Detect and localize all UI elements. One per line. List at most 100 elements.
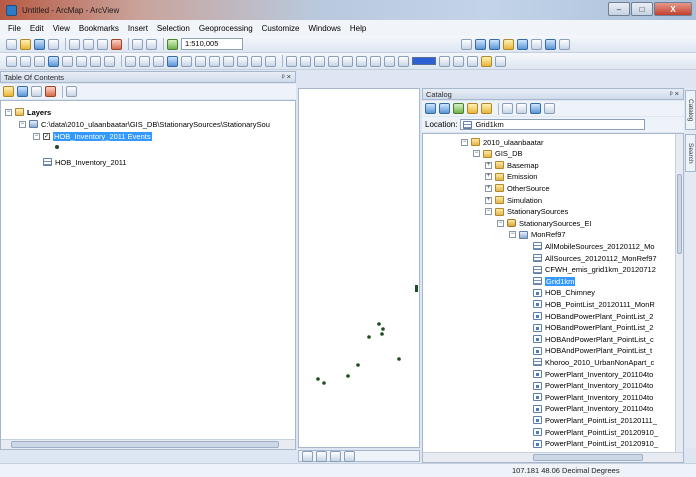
print-icon[interactable] — [48, 38, 59, 50]
catalog-horizontal-scrollbar[interactable] — [423, 452, 683, 462]
scrollbar-thumb[interactable] — [533, 454, 643, 461]
catalog-window-icon[interactable] — [489, 38, 500, 50]
catalog-side-tab[interactable]: Catalog — [685, 90, 696, 130]
layout-tool-icon[interactable] — [286, 55, 297, 67]
identify-icon[interactable] — [167, 55, 178, 67]
map-scale-input[interactable]: 1:510,005 — [181, 38, 243, 50]
pan-icon[interactable] — [34, 55, 45, 67]
back-arrow-icon[interactable] — [425, 103, 436, 114]
delete-icon[interactable] — [111, 38, 122, 50]
toc-path-row[interactable]: − C:\data\2010_ulaanbaatar\GIS_DB\Statio… — [19, 119, 270, 129]
catalog-tree-item[interactable]: −feature-dataset-iconMonRef97 — [509, 230, 566, 240]
python-window-icon[interactable] — [531, 38, 542, 50]
list-by-selection-icon[interactable] — [45, 86, 56, 97]
effects-icon[interactable] — [384, 55, 395, 67]
catalog-tree-item[interactable]: −folder-iconGIS_DB — [473, 149, 523, 159]
location-input[interactable]: Grid1km — [460, 119, 646, 130]
forward-arrow-icon[interactable] — [439, 103, 450, 114]
whats-this-icon[interactable] — [559, 38, 570, 50]
data-view-icon[interactable] — [302, 450, 313, 462]
catalog-tree-item[interactable]: polygon-feature-class-iconAllSources_201… — [533, 253, 657, 263]
fixed-zoom-in-icon[interactable] — [62, 55, 73, 67]
layer-visibility-checkbox[interactable]: ✓ — [43, 132, 50, 140]
catalog-tree-item[interactable]: −geodatabase-iconStationarySources_EI — [497, 218, 592, 228]
toc-horizontal-scrollbar[interactable] — [1, 439, 295, 449]
search-side-tab[interactable]: Search — [685, 134, 696, 172]
catalog-tree-item[interactable]: point-feature-class-iconHOBAndPowerPlant… — [533, 334, 654, 344]
collapse-icon[interactable]: − — [5, 108, 12, 116]
catalog-tree-item[interactable]: point-feature-class-iconPowerPlant_Inven… — [533, 404, 653, 414]
catalog-tree-item[interactable]: point-feature-class-iconHOBandPowerPlant… — [533, 323, 653, 333]
dropdown-icon[interactable] — [439, 55, 450, 67]
catalog-tree-item[interactable]: point-feature-class-iconPowerPlant_Inven… — [533, 392, 653, 402]
collapse-icon[interactable]: − — [509, 231, 516, 239]
back-extent-icon[interactable] — [90, 55, 101, 67]
raster-icon[interactable] — [370, 55, 381, 67]
list-by-visibility-icon[interactable] — [31, 86, 42, 97]
html-popup-icon[interactable] — [181, 55, 192, 67]
toc-table-row[interactable]: HOB_Inventory_2011 — [43, 157, 127, 167]
expand-icon[interactable]: + — [485, 161, 492, 169]
fixed-zoom-out-icon[interactable] — [76, 55, 87, 67]
georeferencing-icon[interactable] — [314, 55, 325, 67]
measure-icon[interactable] — [195, 55, 206, 67]
time-slider-icon[interactable] — [251, 55, 262, 67]
menu-view[interactable]: View — [53, 24, 70, 33]
flicker-icon[interactable] — [481, 55, 492, 67]
catalog-tree-item[interactable]: polygon-feature-class-iconCFWH_emis_grid… — [533, 265, 656, 275]
toc-pin-close[interactable]: ᵖ × — [282, 72, 291, 81]
catalog-tree-item[interactable]: +folder-iconSimulation — [485, 195, 542, 205]
menu-bookmarks[interactable]: Bookmarks — [79, 24, 119, 33]
menu-customize[interactable]: Customize — [262, 24, 300, 33]
home-folder-icon[interactable] — [467, 103, 478, 114]
hyperlink-icon[interactable] — [209, 55, 220, 67]
close-button[interactable]: X — [654, 2, 692, 16]
menu-geoprocessing[interactable]: Geoprocessing — [199, 24, 253, 33]
catalog-tree-item[interactable]: +folder-iconOtherSource — [485, 183, 550, 193]
spatial-adjust-icon[interactable] — [398, 55, 409, 67]
menu-insert[interactable]: Insert — [128, 24, 148, 33]
views-icon[interactable] — [502, 103, 513, 114]
catalog-tree-item[interactable]: polygon-feature-class-iconAllMobileSourc… — [533, 241, 655, 251]
up-one-level-icon[interactable] — [453, 103, 464, 114]
catalog-tree-item[interactable]: point-feature-class-iconPowerPlant_Point… — [533, 415, 657, 425]
open-icon[interactable] — [20, 38, 31, 50]
new-map-icon[interactable] — [6, 38, 17, 50]
catalog-tree-item[interactable]: +folder-iconEmission — [485, 172, 537, 182]
cut-icon[interactable] — [69, 38, 80, 50]
menu-selection[interactable]: Selection — [157, 24, 190, 33]
list-by-source-icon[interactable] — [17, 86, 28, 97]
full-extent-icon[interactable] — [48, 55, 59, 67]
toc-layers-row[interactable]: − Layers — [5, 107, 51, 117]
create-viewer-icon[interactable] — [265, 55, 276, 67]
expand-icon[interactable]: + — [485, 196, 492, 204]
catalog-tree-item[interactable]: point-feature-class-iconPowerPlant_Inven… — [533, 369, 653, 379]
search-window-icon[interactable] — [503, 38, 514, 50]
color-ramp-swatch[interactable] — [412, 57, 436, 65]
catalog-tree-item[interactable]: point-feature-class-iconHOB_Chimney — [533, 288, 595, 298]
zoom-out-icon[interactable] — [20, 55, 31, 67]
catalog-tree-item[interactable]: point-feature-class-iconPowerPlant_Point… — [533, 427, 658, 437]
map-view[interactable] — [298, 88, 420, 448]
catalog-tree-item[interactable]: point-feature-class-iconHOBandPowerPlant… — [533, 311, 653, 321]
draw-tool-icon[interactable] — [300, 55, 311, 67]
go-to-xy-icon[interactable] — [237, 55, 248, 67]
editor-toolbar-icon[interactable] — [461, 38, 472, 50]
save-icon[interactable] — [34, 38, 45, 50]
clear-selection-icon[interactable] — [139, 55, 150, 67]
transparency-icon[interactable] — [495, 55, 506, 67]
collapse-icon[interactable]: − — [461, 138, 468, 146]
maximize-button[interactable]: □ — [631, 2, 653, 16]
collapse-icon[interactable]: − — [473, 150, 480, 158]
zoom-in-icon[interactable] — [6, 55, 17, 67]
find-icon[interactable] — [223, 55, 234, 67]
snapping-icon[interactable] — [328, 55, 339, 67]
toc-options-icon[interactable] — [66, 86, 77, 97]
scrollbar-thumb[interactable] — [11, 441, 279, 448]
pause-drawing-icon[interactable] — [344, 450, 355, 462]
map-canvas[interactable] — [299, 89, 419, 447]
copy-icon[interactable] — [83, 38, 94, 50]
list-by-drawing-order-icon[interactable] — [3, 86, 14, 97]
catalog-tree-item[interactable]: point-feature-class-iconHOB_PointList_20… — [533, 299, 655, 309]
redo-icon[interactable] — [146, 38, 157, 50]
